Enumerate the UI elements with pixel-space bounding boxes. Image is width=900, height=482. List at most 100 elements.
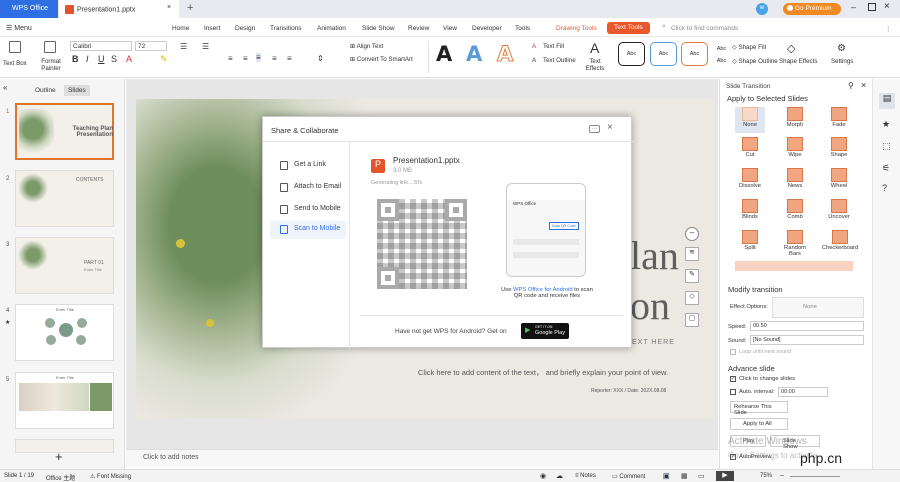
command-search[interactable]: Click to find commands — [671, 25, 738, 32]
transition-cut[interactable]: Cut — [735, 137, 765, 163]
apply-all-button[interactable]: Apply to All — [730, 418, 788, 430]
wps-office-tab[interactable]: WPS Office — [0, 0, 58, 18]
menu-button[interactable]: ☰ Menu — [6, 24, 32, 32]
transition-fade[interactable]: Fade — [824, 107, 854, 133]
shadow-icon[interactable]: S — [111, 54, 117, 64]
align-text-button[interactable]: ⊞ Align Text — [350, 43, 383, 50]
option-get-link[interactable]: Get a Link — [270, 157, 346, 175]
pin-icon[interactable]: ⚲ — [848, 81, 854, 90]
font-missing-button[interactable]: ⚠ Font Missing — [90, 473, 131, 480]
fill-icon[interactable]: ◇ — [685, 291, 699, 305]
sound-select[interactable]: [No Sound] — [750, 335, 864, 345]
text-effects-icon[interactable]: A — [590, 40, 599, 56]
slide-thumbnail-2[interactable]: CONTENTS — [15, 170, 114, 227]
slide-thumbnail-3[interactable]: PART 01 Enter Title — [15, 237, 114, 294]
transition-panel-icon[interactable]: ▤ — [879, 93, 895, 109]
transition-dissolve[interactable]: Dissolve — [735, 168, 765, 194]
frame-icon[interactable]: ▢ — [685, 313, 699, 327]
tab-home[interactable]: Home — [172, 25, 189, 32]
font-color-icon[interactable]: A — [126, 54, 132, 64]
smartart-button[interactable]: ⊞ Convert To SmartArt — [350, 56, 413, 63]
collapse-pane-icon[interactable]: « — [3, 83, 7, 92]
shape-style-5[interactable]: Abc — [708, 56, 735, 66]
numbering-icon[interactable]: ☰ — [202, 42, 209, 51]
go-premium-button[interactable]: Go Premium — [783, 3, 841, 15]
sorter-view-icon[interactable]: ▦ — [681, 472, 688, 480]
document-tab[interactable]: Presentation1.pptx × — [59, 0, 179, 18]
transition-wheel[interactable]: Wheel — [824, 168, 854, 194]
line-spacing-icon[interactable]: ⇕ — [317, 54, 324, 63]
option-scan-mobile[interactable]: Scan to Mobile — [270, 221, 346, 239]
add-slide-button[interactable]: + — [55, 449, 63, 464]
transition-uncover[interactable]: Uncover — [824, 199, 854, 225]
tab-slide-show[interactable]: Slide Show — [362, 25, 395, 32]
tab-view[interactable]: View — [443, 25, 457, 32]
text-fill-icon[interactable]: A — [532, 43, 536, 50]
slide-reporter-text[interactable]: Reporter: XXX / Date: 202X.08.08 — [591, 388, 666, 394]
zoom-level[interactable]: 75% — [760, 473, 772, 479]
minimize-icon[interactable]: – — [851, 2, 856, 12]
slide-title-fragment[interactable]: lan — [630, 232, 679, 279]
feedback-icon[interactable]: ··· — [589, 125, 600, 133]
slide-thumbnail-5[interactable]: Enter Title — [15, 372, 114, 429]
tab-design[interactable]: Design — [235, 25, 255, 32]
distribute-icon[interactable]: ≡ — [287, 54, 292, 63]
tab-transitions[interactable]: Transitions — [270, 25, 302, 32]
text-fill-label[interactable]: Text Fill — [543, 43, 564, 50]
tab-developer[interactable]: Developer — [472, 25, 502, 32]
shape-style-2[interactable]: Abc — [650, 42, 677, 66]
tab-slides[interactable]: Slides — [64, 85, 90, 96]
font-size-field[interactable]: 72 — [135, 41, 167, 51]
slide-thumbnail-1[interactable]: Teaching Plan Presentation — [15, 103, 114, 160]
click-advance-checkbox[interactable]: ✓ — [730, 376, 736, 382]
more-icon[interactable]: ⋮ — [885, 25, 892, 33]
google-play-badge[interactable]: ▶ GET IT ON Google Play — [521, 323, 569, 339]
reading-view-icon[interactable]: ▭ — [698, 472, 705, 480]
tab-drawing-tools[interactable]: Drawing Tools — [556, 25, 597, 32]
transition-split[interactable]: Split — [735, 230, 765, 256]
normal-view-icon[interactable]: ▣ — [663, 472, 670, 480]
zoom-out-icon[interactable]: – — [685, 227, 699, 241]
notes-toggle[interactable]: ≡ Notes — [575, 473, 596, 479]
align-left-icon[interactable]: ≡ — [228, 54, 233, 63]
text-outline-icon[interactable]: A — [532, 57, 536, 64]
shape-effects-icon[interactable]: ◇ — [787, 42, 795, 55]
bold-icon[interactable]: B — [72, 54, 79, 64]
shape-style-4[interactable]: Abc — [708, 42, 735, 54]
bullets-icon[interactable]: ☰ — [180, 42, 187, 51]
wordart-style-black[interactable]: A — [436, 42, 452, 66]
avatar[interactable]: w — [756, 3, 768, 15]
effect-options-select[interactable]: None — [772, 297, 864, 318]
slide-subtitle-fragment[interactable]: EXT HERE — [632, 339, 675, 346]
transition-checkerboard[interactable]: Checkerboard — [820, 230, 860, 256]
pen-icon[interactable]: ✎ — [685, 269, 699, 283]
tab-insert[interactable]: Insert — [204, 25, 220, 32]
cloud-icon[interactable]: ☁ — [556, 472, 563, 480]
font-name-field[interactable]: Calibri — [70, 41, 132, 51]
shape-style-3[interactable]: Abc — [681, 42, 708, 66]
auto-advance-checkbox[interactable] — [730, 389, 736, 395]
zoom-out-icon[interactable]: – — [780, 472, 784, 479]
tab-text-tools[interactable]: Text Tools — [607, 22, 650, 34]
properties-icon[interactable]: ⚟ — [882, 163, 890, 174]
tab-review[interactable]: Review — [408, 25, 429, 32]
transition-blinds[interactable]: Blinds — [735, 199, 765, 225]
justify-icon[interactable]: ≡ — [272, 54, 277, 63]
new-tab-button[interactable]: + — [187, 2, 193, 14]
transition-news[interactable]: News — [780, 168, 810, 194]
play-slideshow-button[interactable]: ▶ — [716, 471, 734, 481]
speed-field[interactable]: 00.50 — [750, 321, 864, 331]
settings-icon[interactable]: ⚙ — [837, 43, 846, 54]
italic-icon[interactable]: I — [86, 54, 89, 64]
align-right-icon[interactable]: ≡ — [256, 53, 261, 62]
transition-shape[interactable]: Shape — [824, 137, 854, 163]
close-pane-icon[interactable]: × — [861, 80, 866, 90]
comment-toggle[interactable]: ▭ Comment — [612, 473, 645, 480]
rehearse-button[interactable]: Rehearse This Slide — [730, 401, 788, 416]
transition-random-bars[interactable]: Random Bars — [778, 230, 812, 257]
shape-outline-button[interactable]: ◇ Shape Outline — [732, 58, 778, 65]
text-outline-label[interactable]: Text Outline — [543, 57, 576, 64]
theme-name[interactable]: Office 主题 — [46, 473, 75, 482]
close-tab-icon[interactable]: × — [167, 4, 171, 11]
transition-none[interactable]: None — [735, 107, 765, 133]
